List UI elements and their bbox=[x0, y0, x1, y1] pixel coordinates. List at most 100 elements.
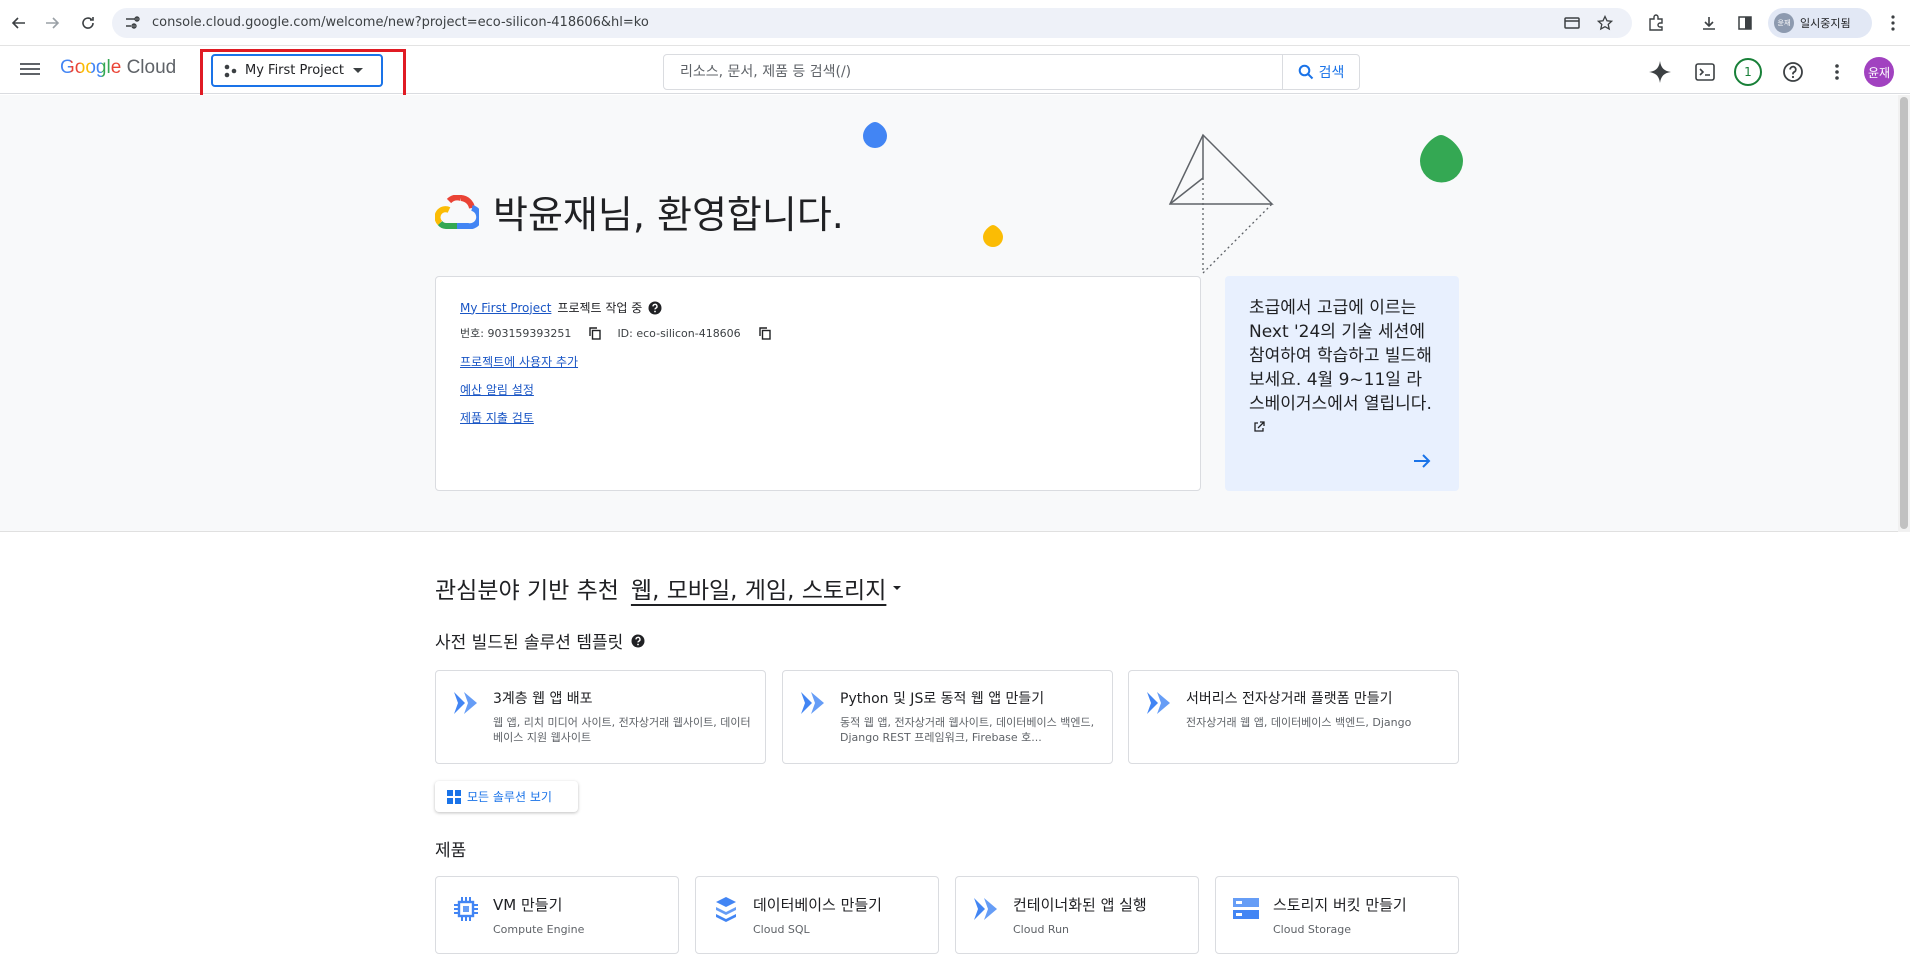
project-status-row: My First Project 프로젝트 작업 중 bbox=[460, 299, 662, 316]
cloud-run-icon bbox=[1147, 692, 1170, 714]
copy-number-icon[interactable] bbox=[589, 326, 602, 340]
copy-id-icon[interactable] bbox=[758, 326, 771, 340]
templates-heading-label: 사전 빌드된 솔루션 템플릿 bbox=[435, 633, 624, 653]
forward-icon[interactable] bbox=[41, 12, 63, 34]
notification-count: 1 bbox=[1734, 58, 1762, 86]
profile-chip[interactable]: 윤재 일시중지됨 bbox=[1768, 8, 1872, 38]
view-all-solutions-label: 모든 솔루션 보기 bbox=[467, 790, 552, 804]
product-title: 스토리지 버킷 만들기 bbox=[1273, 896, 1407, 914]
card-icon[interactable] bbox=[1563, 14, 1581, 32]
budget-alert-row: 예산 알림 설정 bbox=[460, 381, 534, 398]
browser-toolbar: console.cloud.google.com/welcome/new?pro… bbox=[0, 0, 1910, 46]
product-card-database[interactable]: 데이터베이스 만들기 Cloud SQL bbox=[695, 876, 939, 954]
green-drop-shape bbox=[1420, 135, 1463, 183]
profile-avatar: 윤재 bbox=[1774, 13, 1794, 33]
product-subtitle: Cloud Storage bbox=[1273, 923, 1351, 936]
view-all-solutions-button[interactable]: 모든 솔루션 보기 bbox=[435, 781, 578, 812]
interests-dropdown[interactable]: 웹, 모바일, 게임, 스토리지 bbox=[631, 571, 886, 605]
template-title: 3계층 웹 앱 배포 bbox=[493, 691, 593, 707]
google-cloud-logo-icon bbox=[435, 194, 479, 229]
caret-down-icon bbox=[353, 67, 364, 73]
storage-icon bbox=[1233, 898, 1259, 919]
cloud-run-icon bbox=[454, 692, 477, 714]
logo-google: Google bbox=[60, 57, 122, 78]
project-link[interactable]: My First Project bbox=[460, 301, 551, 315]
reload-icon[interactable] bbox=[77, 12, 99, 34]
products-heading: 제품 bbox=[435, 841, 467, 861]
next24-promo-card[interactable]: 초급에서 고급에 이르는 Next '24의 기술 세션에 참여하여 학습하고 … bbox=[1225, 276, 1459, 491]
product-title: 컨테이너화된 앱 실행 bbox=[1013, 896, 1147, 914]
account-button[interactable]: 윤재 bbox=[1862, 55, 1896, 89]
template-description: 동적 웹 앱, 전자상거래 웹사이트, 데이터베이스 백엔드, Django R… bbox=[840, 716, 1095, 744]
grid-icon bbox=[447, 789, 461, 804]
project-picker-button[interactable]: My First Project bbox=[211, 54, 383, 87]
recommendation-label: 관심분야 기반 추천 bbox=[435, 578, 619, 604]
google-cloud-logo[interactable]: Google Cloud bbox=[60, 57, 176, 79]
product-subtitle: Cloud Run bbox=[1013, 923, 1070, 936]
project-picker-label: My First Project bbox=[245, 63, 345, 78]
browser-menu-icon[interactable] bbox=[1882, 12, 1904, 34]
help-circle-icon[interactable] bbox=[648, 301, 662, 315]
product-subtitle: Compute Engine bbox=[493, 923, 585, 936]
bookmark-star-icon[interactable] bbox=[1596, 14, 1614, 32]
template-card[interactable]: Python 및 JS로 동적 웹 앱 만들기 동적 웹 앱, 전자상거래 웹사… bbox=[782, 670, 1113, 764]
site-info-icon[interactable] bbox=[124, 14, 142, 32]
logo-cloud: Cloud bbox=[126, 57, 177, 78]
template-card[interactable]: 3계층 웹 앱 배포 웹 앱, 리치 미디어 사이트, 전자상거래 웹사이트, … bbox=[435, 670, 766, 764]
promo-text-body: 초급에서 고급에 이르는 Next '24의 기술 세션에 참여하여 학습하고 … bbox=[1249, 298, 1432, 414]
product-title: VM 만들기 bbox=[493, 896, 563, 914]
cloud-run-icon bbox=[801, 692, 824, 714]
search-box: 검색 bbox=[663, 54, 1360, 90]
address-bar[interactable]: console.cloud.google.com/welcome/new?pro… bbox=[112, 8, 1632, 38]
database-icon bbox=[716, 897, 736, 922]
external-link-icon bbox=[1254, 421, 1265, 432]
search-button-label: 검색 bbox=[1318, 65, 1345, 81]
scrollbar-thumb[interactable] bbox=[1900, 97, 1908, 529]
cloud-shell-icon[interactable] bbox=[1691, 58, 1719, 86]
product-card-cloud-run[interactable]: 컨테이너화된 앱 실행 Cloud Run bbox=[955, 876, 1199, 954]
product-subtitle: Cloud SQL bbox=[753, 923, 810, 936]
add-user-link[interactable]: 프로젝트에 사용자 추가 bbox=[460, 353, 578, 370]
blue-drop-shape bbox=[863, 122, 887, 148]
search-button[interactable]: 검색 bbox=[1282, 55, 1359, 89]
search-input[interactable] bbox=[664, 55, 1284, 89]
project-number: 번호: 903159393251 bbox=[460, 327, 572, 340]
triangle-outline-shape bbox=[1168, 133, 1274, 205]
more-options-icon[interactable] bbox=[1823, 58, 1851, 86]
yellow-drop-shape bbox=[983, 225, 1003, 247]
product-card-storage[interactable]: 스토리지 버킷 만들기 Cloud Storage bbox=[1215, 876, 1459, 954]
main-menu-icon[interactable] bbox=[20, 60, 40, 78]
user-avatar: 윤재 bbox=[1864, 57, 1894, 87]
download-icon[interactable] bbox=[1698, 12, 1720, 34]
arrow-right-icon[interactable] bbox=[1413, 453, 1431, 469]
project-id: ID: eco-silicon-418606 bbox=[617, 326, 741, 340]
recommendation-heading: 관심분야 기반 추천 웹, 모바일, 게임, 스토리지 bbox=[435, 571, 902, 605]
project-info-card: My First Project 프로젝트 작업 중 번호: 903159393… bbox=[435, 276, 1201, 491]
product-spend-link[interactable]: 제품 지출 검토 bbox=[460, 409, 534, 426]
product-card-vm[interactable]: VM 만들기 Compute Engine bbox=[435, 876, 679, 954]
search-icon bbox=[1298, 64, 1313, 80]
product-spend-row: 제품 지출 검토 bbox=[460, 409, 534, 426]
promo-text: 초급에서 고급에 이르는 Next '24의 기술 세션에 참여하여 학습하고 … bbox=[1249, 296, 1435, 440]
template-title: 서버리스 전자상거래 플랫폼 만들기 bbox=[1186, 691, 1393, 707]
extensions-icon[interactable] bbox=[1645, 12, 1667, 34]
welcome-heading: 박윤재님, 환영합니다. bbox=[493, 193, 844, 237]
budget-alert-link[interactable]: 예산 알림 설정 bbox=[460, 381, 534, 398]
page-scrollbar[interactable] bbox=[1898, 95, 1910, 532]
help-icon[interactable] bbox=[1779, 58, 1807, 86]
template-description: 웹 앱, 리치 미디어 사이트, 전자상거래 웹사이트, 데이터베이스 지원 웹… bbox=[493, 716, 751, 744]
gemini-icon[interactable] bbox=[1646, 58, 1674, 86]
profile-status: 일시중지됨 bbox=[1800, 17, 1851, 30]
help-circle-icon[interactable] bbox=[631, 634, 645, 648]
welcome-row: 박윤재님, 환영합니다. bbox=[435, 184, 844, 239]
side-panel-icon[interactable] bbox=[1734, 12, 1756, 34]
back-icon[interactable] bbox=[8, 12, 30, 34]
interests-caret-icon[interactable] bbox=[892, 585, 902, 591]
notifications-button[interactable]: 1 bbox=[1734, 58, 1762, 86]
url-text[interactable]: console.cloud.google.com/welcome/new?pro… bbox=[152, 15, 649, 30]
template-card[interactable]: 서버리스 전자상거래 플랫폼 만들기 전자상거래 웹 앱, 데이터베이스 백엔드… bbox=[1128, 670, 1459, 764]
cloud-run-icon bbox=[974, 898, 997, 920]
project-meta-row: 번호: 903159393251 ID: eco-silicon-418606 bbox=[460, 325, 771, 341]
chip-icon bbox=[454, 897, 478, 921]
template-description: 전자상거래 웹 앱, 데이터베이스 백엔드, Django bbox=[1186, 716, 1412, 729]
